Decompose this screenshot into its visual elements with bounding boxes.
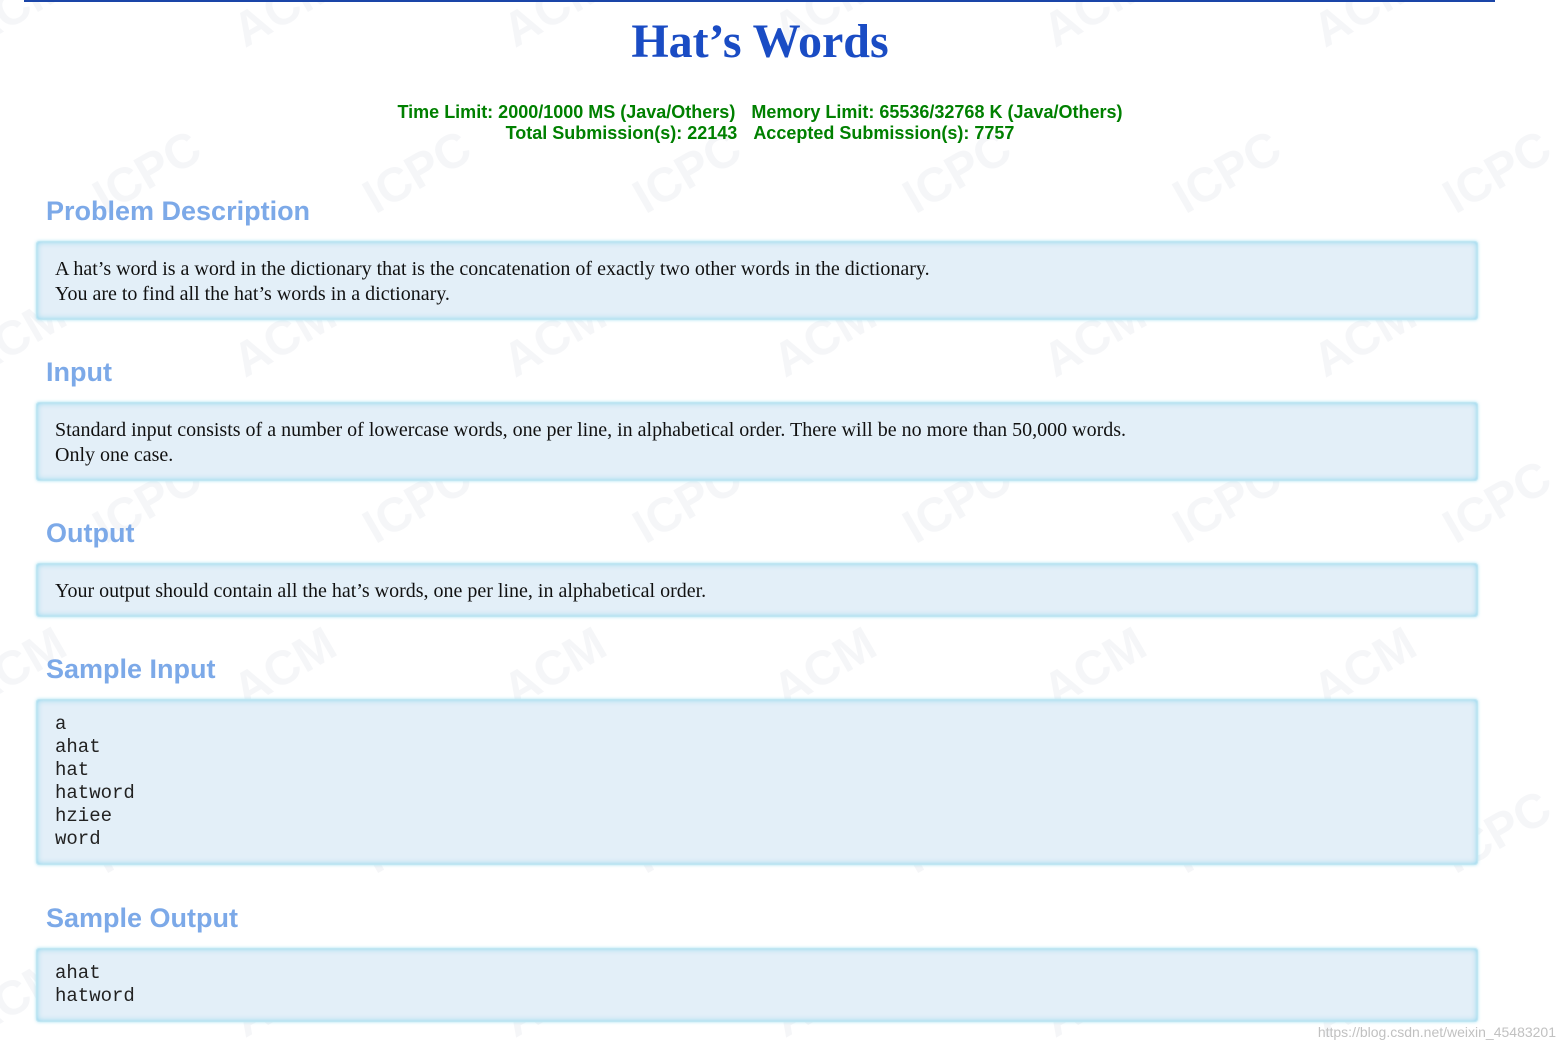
- accepted-submissions: Accepted Submission(s): 7757: [753, 123, 1015, 143]
- panel-output: Your output should contain all the hat’s…: [36, 563, 1478, 617]
- input-line-1: Standard input consists of a number of l…: [55, 419, 1127, 441]
- problem-page: ACM ACM ACM ACM ACM ACM ICPC ICPC ICPC ICPC ICPC IC…: [0, 0, 1562, 1046]
- section-heading-description: Problem Description: [46, 196, 311, 226]
- total-submissions: Total Submission(s): 22143: [505, 123, 738, 143]
- input-line-2: Only one case.: [55, 444, 174, 466]
- section-heading-input: Input: [46, 357, 112, 387]
- input-text: Standard input consists of a number of l…: [55, 418, 1126, 468]
- limits-row-2: Total Submission(s): 22143 Accepted Submi…: [0, 123, 1520, 144]
- panel-description: A hat’s word is a word in the dictionary…: [36, 241, 1478, 320]
- sample-input-code: a ahat hat hatword hziee word: [55, 713, 135, 850]
- output-text: Your output should contain all the hat’s…: [55, 579, 706, 604]
- sample-output-code: ahat hatword: [55, 962, 135, 1007]
- description-line-2: You are to find all the hat’s words in a…: [55, 283, 450, 305]
- output-line-1: Your output should contain all the hat’s…: [55, 580, 707, 602]
- panel-sample-output: ahat hatword: [36, 948, 1478, 1022]
- description-line-1: A hat’s word is a word in the dictionary…: [55, 258, 930, 280]
- panel-sample-input: a ahat hat hatword hziee word: [36, 699, 1478, 865]
- source-credit: https://blog.csdn.net/weixin_45483201: [1317, 1024, 1556, 1040]
- top-divider: [24, 0, 1495, 2]
- watermark-layer: ACM ACM ACM ACM ACM ACM ICPC ICPC ICPC ICPC ICPC IC…: [0, 0, 1562, 1046]
- memory-limit: Memory Limit: 65536/32768 K (Java/Others…: [751, 102, 1123, 122]
- time-limit: Time Limit: 2000/1000 MS (Java/Others): [397, 102, 736, 122]
- problem-limits: Time Limit: 2000/1000 MS (Java/Others) Me…: [0, 102, 1520, 144]
- section-heading-sample-input: Sample Input: [46, 654, 216, 684]
- section-heading-output: Output: [46, 518, 135, 548]
- description-text: A hat’s word is a word in the dictionary…: [55, 257, 930, 307]
- panel-input: Standard input consists of a number of l…: [36, 402, 1478, 481]
- problem-title: Hat’s Words: [631, 15, 889, 68]
- section-heading-sample-output: Sample Output: [46, 903, 239, 933]
- limits-row-1: Time Limit: 2000/1000 MS (Java/Others) Me…: [0, 102, 1520, 123]
